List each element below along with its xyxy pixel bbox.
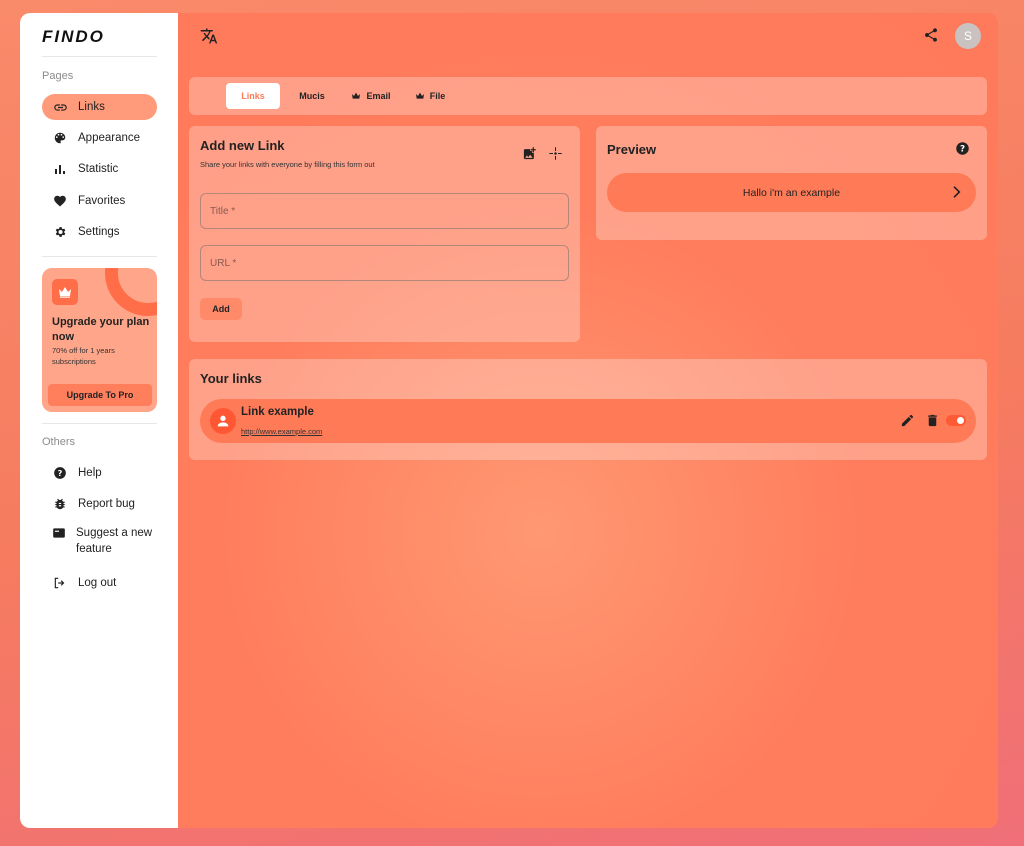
- sidebar-item-label: Report bug: [78, 498, 135, 510]
- others-label: Others: [42, 436, 76, 448]
- bug-icon: [52, 496, 68, 512]
- sidebar-item-label: Log out: [78, 577, 117, 589]
- translate-icon[interactable]: [200, 27, 218, 45]
- tab-label: Links: [241, 91, 265, 101]
- decorative-ring: [105, 268, 157, 316]
- preview-link-button[interactable]: Hallo i'm an example: [607, 173, 976, 212]
- crown-icon: [415, 92, 425, 100]
- crown-icon: [52, 279, 78, 305]
- sidebar-item-label: Appearance: [78, 132, 141, 144]
- edit-icon[interactable]: [900, 413, 916, 429]
- url-input[interactable]: URL *: [200, 245, 569, 281]
- add-button[interactable]: Add: [200, 298, 242, 320]
- tab-links[interactable]: Links: [226, 83, 280, 109]
- svg-text:?: ?: [58, 468, 63, 478]
- promo-title: Upgrade your plan now: [52, 316, 150, 343]
- divider: [42, 423, 157, 424]
- svg-text:?: ?: [960, 145, 965, 155]
- tab-label: Mucis: [299, 91, 325, 101]
- brand-logo[interactable]: FINDO: [42, 27, 105, 47]
- add-link-subtitle: Share your links with everyone by fillin…: [200, 160, 375, 169]
- sidebar-item-label: Favorites: [78, 195, 126, 207]
- upgrade-promo-card: Upgrade your plan now 70% off for 1 year…: [42, 268, 157, 412]
- your-links-card: Your links Link example http://www.examp…: [189, 359, 987, 460]
- bar-chart-icon: [52, 161, 68, 177]
- link-url[interactable]: http://www.example.com: [241, 427, 322, 436]
- your-links-title: Your links: [200, 371, 262, 386]
- add-image-icon[interactable]: [522, 146, 538, 162]
- sidebar-item-appearance[interactable]: Appearance: [42, 125, 157, 151]
- heart-icon: [52, 193, 68, 209]
- add-link-card: Add new Link Share your links with every…: [189, 126, 580, 342]
- gear-icon: [52, 224, 68, 240]
- title-input[interactable]: Title *: [200, 193, 569, 229]
- link-icon: [52, 99, 68, 115]
- divider: [42, 56, 157, 57]
- app-window: FINDO Pages Links Appearance Statistic F…: [20, 13, 998, 828]
- sidebar-item-help[interactable]: ? Help: [42, 460, 157, 486]
- sidebar-item-favorites[interactable]: Favorites: [42, 188, 157, 214]
- preview-title: Preview: [607, 142, 657, 157]
- sidebar: FINDO Pages Links Appearance Statistic F…: [20, 13, 178, 828]
- sidebar-item-report-bug[interactable]: Report bug: [42, 491, 157, 517]
- palette-icon: [52, 130, 68, 146]
- sidebar-item-label: Links: [78, 101, 105, 113]
- feature-icon: [52, 525, 66, 541]
- preview-link-label: Hallo i'm an example: [742, 186, 841, 199]
- sidebar-item-label: Statistic: [78, 163, 119, 175]
- sidebar-item-suggest-feature[interactable]: Suggest a new feature: [42, 523, 157, 559]
- sidebar-item-label: Help: [78, 467, 102, 479]
- divider: [42, 256, 157, 257]
- tab-mucis[interactable]: Mucis: [291, 83, 333, 109]
- trash-icon[interactable]: [925, 413, 941, 429]
- tab-label: File: [429, 91, 446, 101]
- tab-label: Email: [366, 91, 391, 101]
- chevron-right-icon: [948, 184, 964, 203]
- upgrade-button[interactable]: Upgrade To Pro: [48, 384, 152, 406]
- crown-icon: [351, 92, 361, 100]
- tab-email[interactable]: Email: [346, 83, 396, 109]
- add-link-title: Add new Link: [200, 138, 285, 153]
- user-icon: [210, 408, 236, 434]
- tab-file[interactable]: File: [409, 83, 451, 109]
- toggle-knob: [957, 417, 964, 424]
- share-icon[interactable]: [923, 27, 939, 43]
- logout-icon: [52, 575, 68, 591]
- link-row[interactable]: Link example http://www.example.com: [200, 399, 976, 443]
- pages-label: Pages: [42, 70, 74, 82]
- sidebar-item-label: Suggest a new feature: [76, 527, 153, 555]
- sidebar-item-links[interactable]: Links: [42, 94, 157, 120]
- link-title: Link example: [241, 406, 314, 418]
- sparkle-icon[interactable]: [548, 146, 564, 162]
- sidebar-item-statistic[interactable]: Statistic: [42, 156, 157, 182]
- sidebar-item-settings[interactable]: Settings: [42, 219, 157, 245]
- help-icon[interactable]: ?: [955, 141, 971, 157]
- user-avatar[interactable]: S: [955, 23, 981, 49]
- sidebar-item-log-out[interactable]: Log out: [42, 570, 157, 596]
- tab-bar: Links Mucis Email File: [189, 77, 987, 115]
- link-enabled-toggle[interactable]: [946, 415, 966, 426]
- preview-card: Preview ? Hallo i'm an example: [596, 126, 987, 240]
- sidebar-item-label: Settings: [78, 226, 120, 238]
- promo-subtitle: 70% off for 1 years subscriptions: [52, 346, 115, 366]
- help-icon: ?: [52, 465, 68, 481]
